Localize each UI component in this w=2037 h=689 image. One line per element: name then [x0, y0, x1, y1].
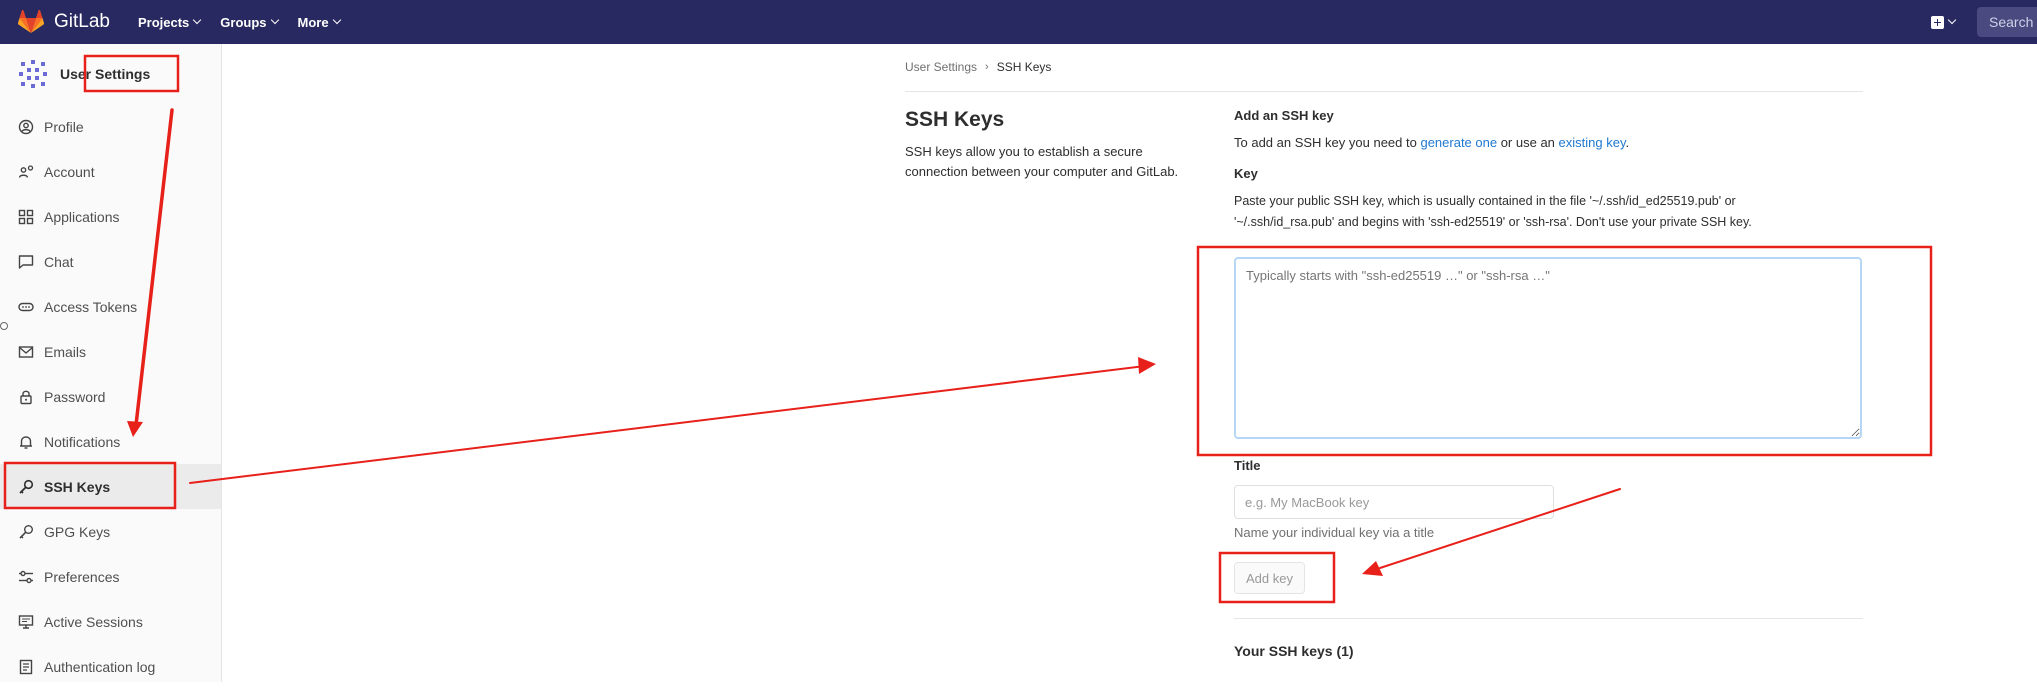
- nav-right: Search o: [1931, 0, 2037, 44]
- brand-name: GitLab: [54, 11, 110, 32]
- sidebar-item-label: Password: [44, 388, 106, 405]
- nav-menu: Projects Groups More: [138, 15, 360, 30]
- sidebar-item-authentication-log[interactable]: Authentication log: [0, 644, 221, 689]
- sidebar-item-gpg-keys[interactable]: GPG Keys: [0, 509, 221, 554]
- sidebar-item-access-tokens[interactable]: Access Tokens: [0, 284, 221, 329]
- sidebar-item-emails[interactable]: Emails: [0, 329, 221, 374]
- chevron-down-icon: [270, 15, 279, 25]
- key-help: Paste your public SSH key, which is usua…: [1234, 191, 1864, 233]
- gitlab-logo-icon: [18, 10, 44, 33]
- sidebar-header[interactable]: User Settings: [0, 44, 221, 104]
- add-key-button[interactable]: Add key: [1234, 562, 1305, 594]
- section-divider: [1234, 618, 1863, 619]
- sidebar-title-prefix: User: [60, 66, 92, 82]
- sidebar-item-chat[interactable]: Chat: [0, 239, 221, 284]
- sidebar-item-notifications[interactable]: Notifications: [0, 419, 221, 464]
- gitlab-brand[interactable]: GitLab: [18, 10, 110, 34]
- title-label: Title: [1234, 458, 1261, 473]
- mail-icon: [18, 345, 34, 358]
- log-icon: [19, 659, 33, 674]
- scroll-handle[interactable]: [0, 322, 8, 330]
- sidebar-title-highlight: Settings: [95, 66, 151, 82]
- sidebar-item-label: Authentication log: [44, 658, 156, 675]
- key-label: Key: [1234, 166, 1258, 181]
- nav-more[interactable]: More: [297, 14, 341, 30]
- sidebar-item-label: Preferences: [44, 568, 120, 585]
- nav-groups[interactable]: Groups: [220, 14, 279, 30]
- sidebar-item-label: Emails: [44, 343, 87, 360]
- sidebar-item-label: Active Sessions: [44, 613, 143, 630]
- page-description: SSH keys allow you to establish a secure…: [905, 144, 1179, 179]
- annotation-arrowhead: [1138, 357, 1156, 374]
- sidebar-title: User Settings: [60, 66, 150, 82]
- sidebar-item-label: Profile: [44, 118, 84, 135]
- chevron-down-icon: [193, 15, 202, 25]
- chevron-down-icon: [1947, 15, 1957, 25]
- title-input[interactable]: [1234, 485, 1554, 519]
- key-textarea[interactable]: [1234, 257, 1862, 439]
- sidebar-item-label: Access Tokens: [44, 298, 138, 315]
- top-navbar: GitLab Projects Groups More Search o: [0, 0, 2037, 44]
- breadcrumb-parent[interactable]: User Settings: [905, 60, 977, 74]
- settings-sidebar: User Settings Profile Account Applicatio…: [0, 44, 222, 682]
- lock-icon: [20, 390, 32, 404]
- annotation-arrowhead: [1362, 561, 1383, 576]
- account-icon: [18, 164, 34, 178]
- page-intro: SSH Keys SSH keys allow you to establish…: [905, 108, 1205, 182]
- sidebar-item-label: GPG Keys: [44, 523, 111, 540]
- breadcrumb: User Settings › SSH Keys: [905, 60, 1051, 74]
- token-icon: [18, 302, 34, 311]
- sidebar-item-password[interactable]: Password: [0, 374, 221, 419]
- search-input[interactable]: Search o: [1977, 7, 2037, 37]
- sidebar-item-account[interactable]: Account: [0, 149, 221, 194]
- annotation-arrow-line: [189, 365, 1146, 484]
- sidebar-item-ssh-keys[interactable]: SSH Keys: [0, 464, 221, 509]
- existing-key-link[interactable]: existing key: [1559, 135, 1626, 150]
- sidebar-item-label: SSH Keys: [44, 478, 111, 495]
- key-icon: [19, 524, 33, 539]
- applications-icon: [18, 209, 34, 224]
- new-dropdown-button[interactable]: [1931, 15, 1957, 29]
- your-ssh-keys-heading: Your SSH keys (1): [1234, 643, 1354, 659]
- monitor-icon: [18, 614, 34, 629]
- sidebar-item-active-sessions[interactable]: Active Sessions: [0, 599, 221, 644]
- sidebar-item-profile[interactable]: Profile: [0, 104, 221, 149]
- nav-more-label: More: [297, 14, 329, 30]
- user-avatar-icon: [19, 60, 47, 88]
- generate-one-link[interactable]: generate one: [1420, 135, 1497, 150]
- key-help-line2: '~/.ssh/id_rsa.pub' and begins with 'ssh…: [1234, 215, 1752, 229]
- preferences-icon: [19, 570, 33, 583]
- sidebar-item-label: Notifications: [44, 433, 121, 450]
- key-icon: [19, 479, 34, 494]
- sidebar-item-label: Account: [44, 163, 95, 180]
- page-title: SSH Keys: [905, 108, 1005, 131]
- title-help: Name your individual key via a title: [1234, 525, 1435, 540]
- add-ssh-key-form: Add an SSH key To add an SSH key you nee…: [1234, 108, 1864, 233]
- profile-icon: [18, 119, 34, 134]
- chevron-down-icon: [332, 15, 341, 25]
- intro-after: .: [1625, 135, 1630, 150]
- intro-middle: or use an: [1497, 135, 1559, 150]
- sidebar-item-applications[interactable]: Applications: [0, 194, 221, 239]
- intro-before: To add an SSH key you need to: [1234, 135, 1421, 150]
- bell-icon: [20, 435, 32, 449]
- intro-text: To add an SSH key you need to generate o…: [1234, 135, 1864, 150]
- sidebar-item-label: Applications: [44, 208, 120, 225]
- nav-projects-label: Projects: [137, 14, 190, 30]
- breadcrumb-separator: ›: [985, 61, 989, 73]
- sidebar-item-preferences[interactable]: Preferences: [0, 554, 221, 599]
- sidebar-item-label: Chat: [44, 253, 74, 270]
- section-title: Add an SSH key: [1234, 108, 1334, 123]
- breadcrumb-divider: [905, 91, 1863, 92]
- nav-projects[interactable]: Projects: [137, 14, 202, 30]
- breadcrumb-current[interactable]: SSH Keys: [997, 60, 1052, 74]
- chat-icon: [18, 254, 34, 269]
- plus-square-icon: [1931, 15, 1944, 29]
- key-help-line1: Paste your public SSH key, which is usua…: [1234, 194, 1736, 208]
- nav-groups-label: Groups: [220, 14, 267, 30]
